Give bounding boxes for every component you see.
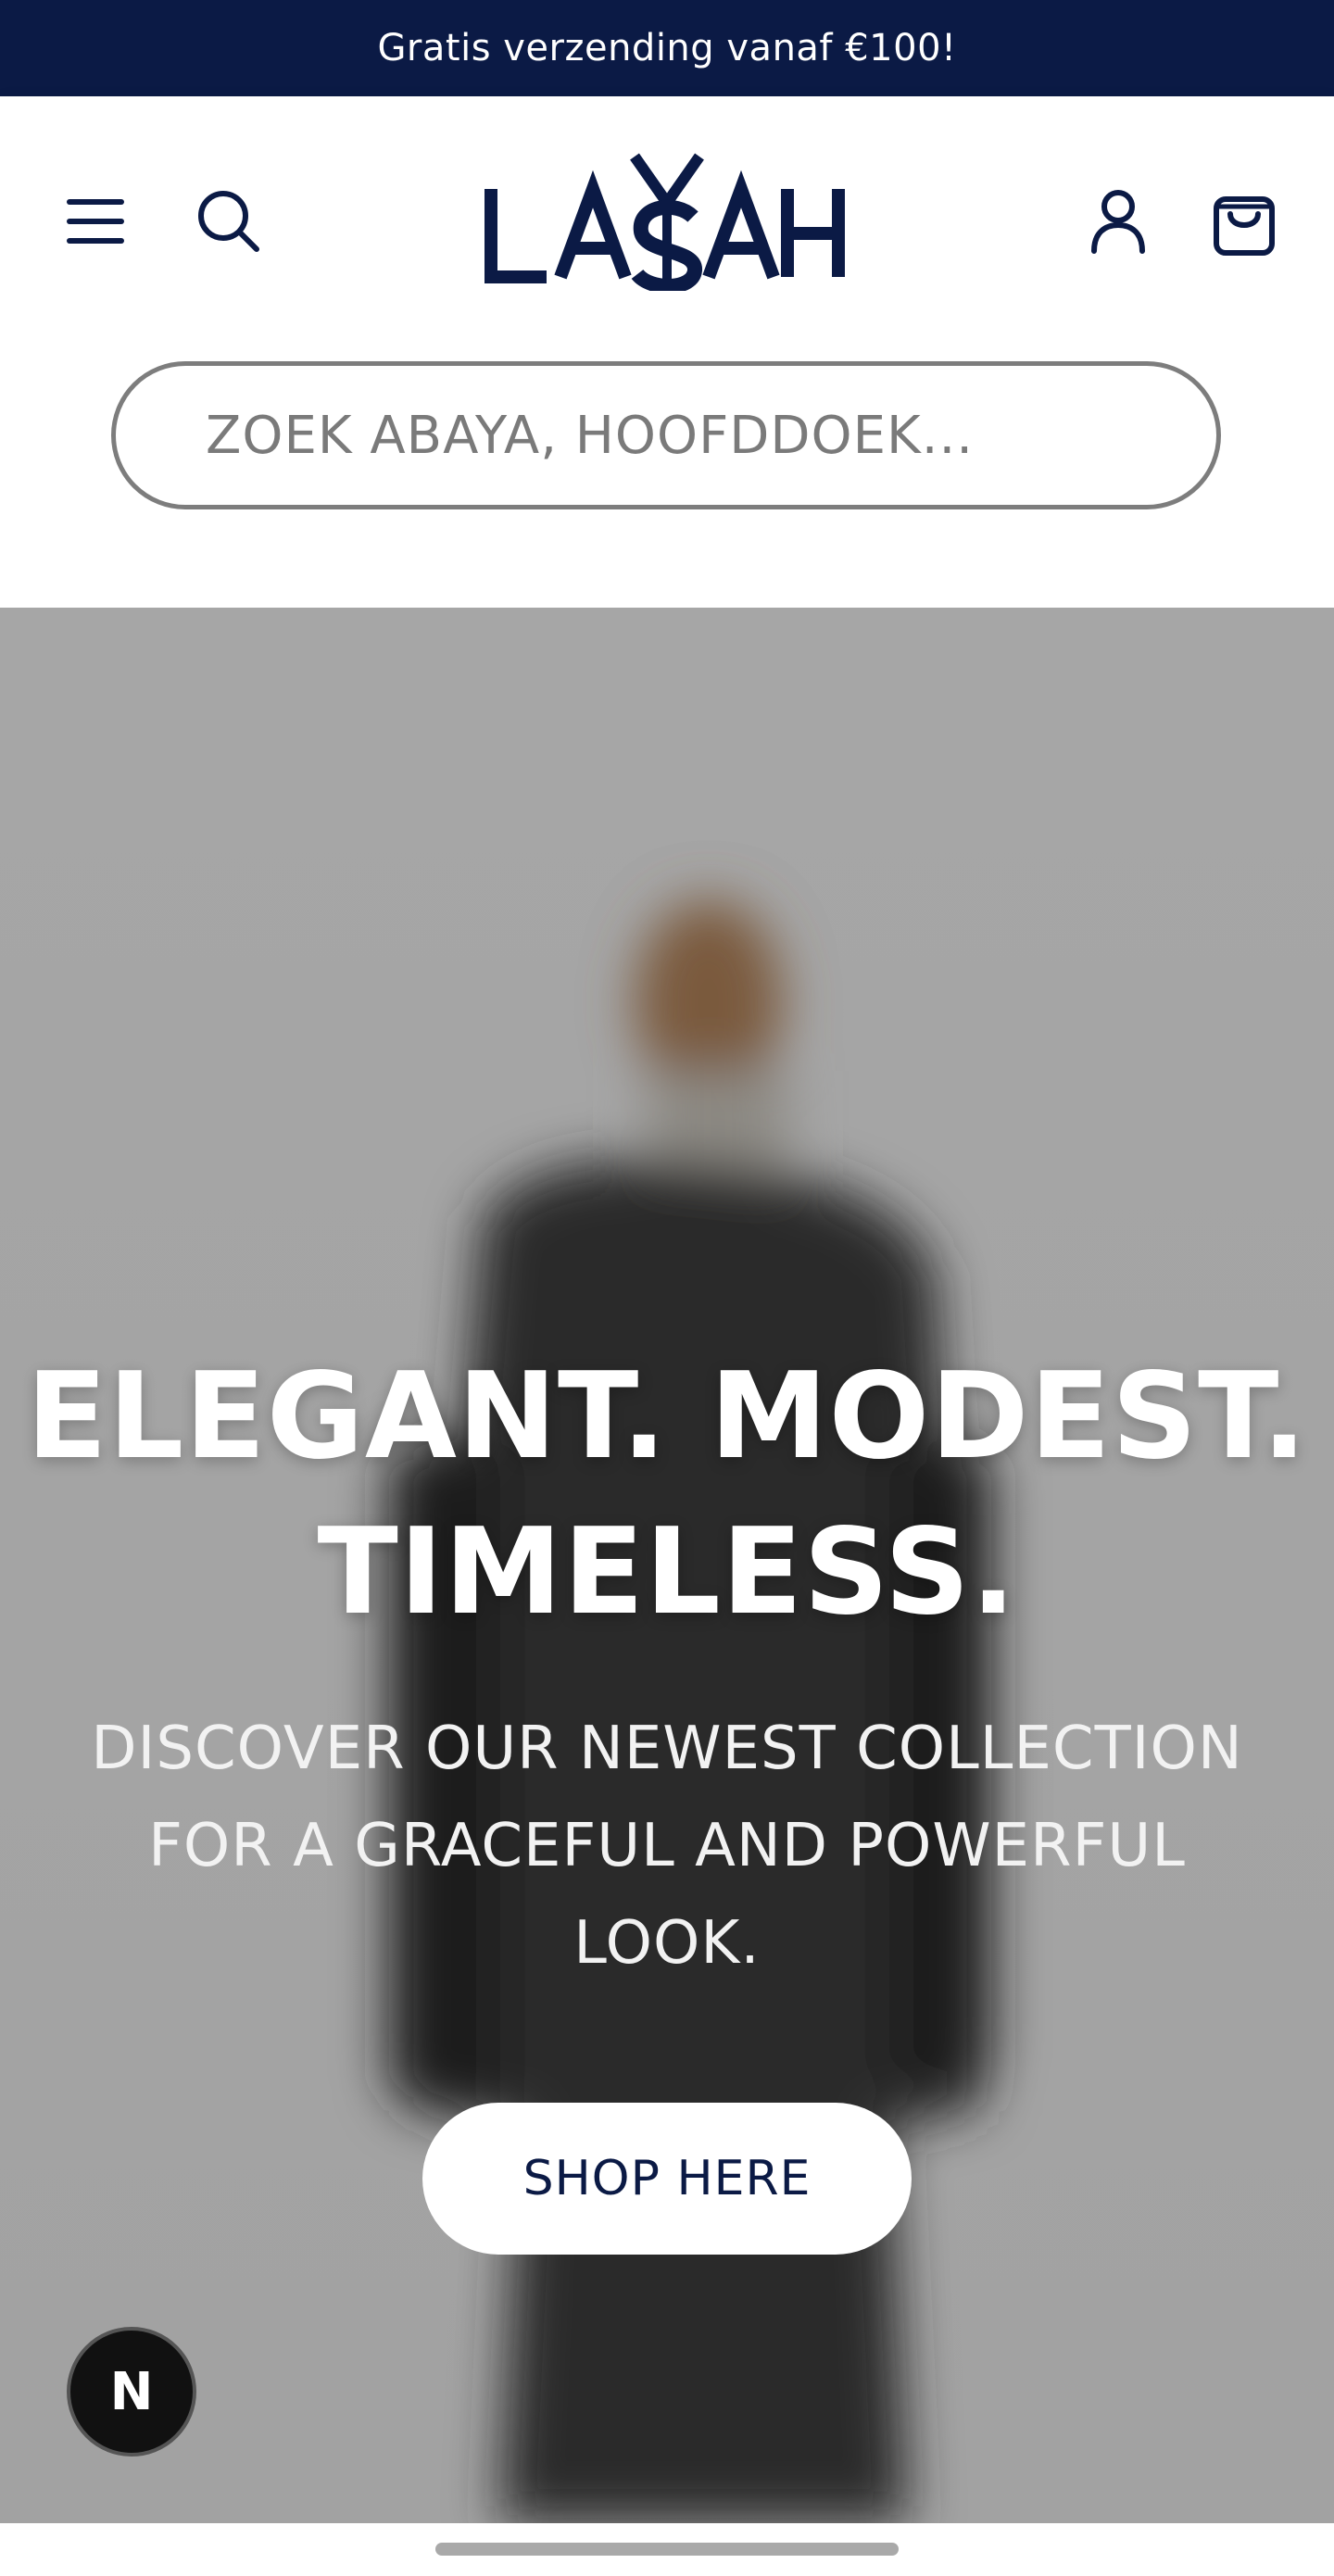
brand-logo[interactable] xyxy=(482,152,852,291)
logo-mark xyxy=(485,153,845,291)
home-indicator[interactable] xyxy=(435,2543,899,2556)
system-bottom-bar xyxy=(0,2523,1334,2576)
hero-title-line-1: ELEGANT. MODEST. xyxy=(26,1348,1308,1486)
site-header xyxy=(0,96,1334,608)
hero-title: ELEGANT. MODEST. TIMELESS. xyxy=(0,1339,1334,1651)
search-button[interactable] xyxy=(187,180,271,263)
search-bar[interactable] xyxy=(111,361,1221,509)
floating-action-button[interactable]: N xyxy=(67,2327,196,2457)
search-input[interactable] xyxy=(204,404,1216,467)
user-icon xyxy=(1091,190,1145,254)
hero-subtitle: DISCOVER OUR NEWEST COLLECTION FOR A GRA… xyxy=(91,1715,1243,1978)
hero-banner: ELEGANT. MODEST. TIMELESS. DISCOVER OUR … xyxy=(0,608,1334,2523)
account-button[interactable] xyxy=(1076,180,1160,263)
floating-button-label: N xyxy=(109,2361,154,2422)
hero-title-line-2: TIMELESS. xyxy=(317,1503,1017,1641)
menu-icon xyxy=(67,199,124,244)
cart-button[interactable] xyxy=(1202,180,1286,263)
menu-button[interactable] xyxy=(56,180,139,263)
search-icon xyxy=(198,191,259,252)
shop-here-button[interactable]: SHOP HERE xyxy=(422,2103,912,2255)
announcement-bar: Gratis verzending vanaf €100! xyxy=(0,0,1334,96)
shopping-bag-icon xyxy=(1214,196,1275,256)
announcement-text: Gratis verzending vanaf €100! xyxy=(377,27,957,69)
